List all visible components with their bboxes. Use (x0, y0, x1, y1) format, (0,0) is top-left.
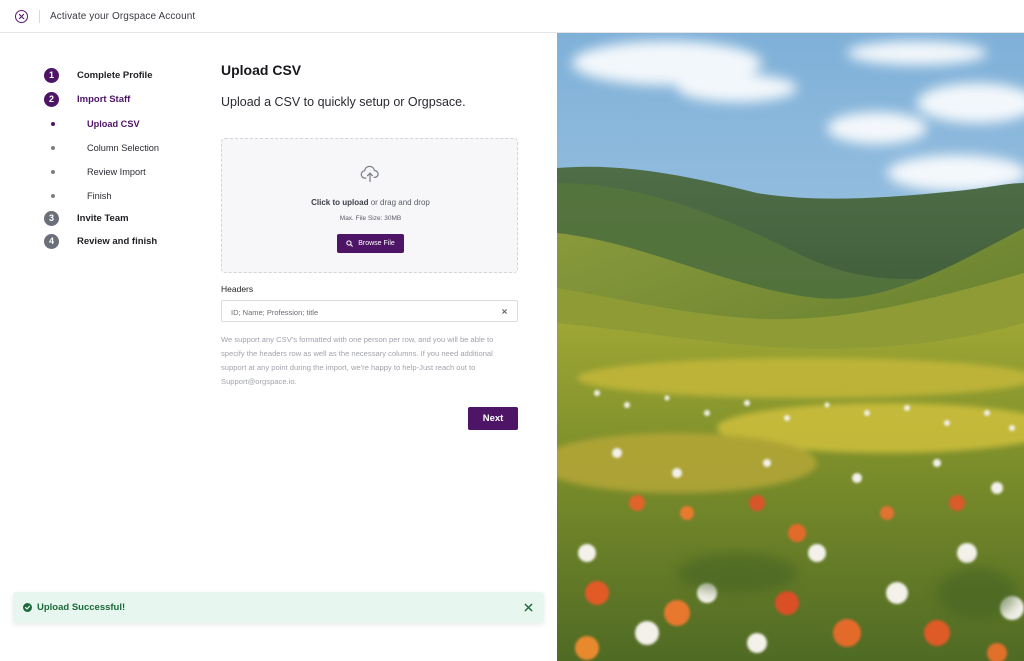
clear-icon[interactable] (500, 307, 509, 316)
bullet-icon (51, 194, 55, 198)
page-subtitle: Upload a CSV to quickly setup or Orgpsac… (221, 95, 466, 109)
substep-label: Upload CSV (87, 119, 140, 129)
divider (39, 10, 40, 23)
step-complete-profile[interactable]: 1 Complete Profile (44, 67, 153, 83)
help-text: We support any CSV's formatted with one … (221, 335, 494, 386)
headers-input[interactable] (231, 305, 491, 319)
toast-close-icon[interactable] (524, 603, 533, 612)
upload-cloud-icon (360, 165, 379, 183)
bullet-icon (51, 146, 55, 150)
check-circle-icon (23, 603, 32, 612)
step-number: 1 (44, 67, 59, 83)
substep-label: Review Import (87, 167, 146, 177)
hero-landscape-image (557, 33, 1024, 661)
step-import-staff[interactable]: 2 Import Staff (44, 91, 130, 107)
step-review-and-finish[interactable]: 4 Review and finish (44, 233, 157, 249)
next-button[interactable]: Next (468, 407, 518, 430)
browse-file-button[interactable]: Browse File (337, 234, 404, 253)
upload-instructions: Click to upload or drag and drop (222, 198, 519, 207)
step-label: Invite Team (77, 212, 129, 224)
substep-label: Column Selection (87, 143, 160, 153)
step-label: Complete Profile (77, 69, 153, 81)
browse-file-label: Browse File (358, 240, 395, 247)
step-number: 2 (44, 91, 59, 107)
step-label: Review and finish (77, 235, 158, 247)
click-to-upload-link[interactable]: Click to upload (311, 198, 368, 207)
headers-field[interactable] (221, 300, 518, 322)
max-file-size: Max. File Size: 30MB (339, 215, 402, 222)
success-toast: Upload Successful! (13, 592, 544, 623)
substep-label: Finish (87, 191, 112, 201)
step-number: 3 (44, 210, 59, 226)
page-title: Upload CSV (221, 62, 302, 78)
headers-label: Headers (221, 284, 254, 294)
bullet-icon (51, 122, 55, 126)
close-icon[interactable] (15, 10, 28, 23)
step-invite-team[interactable]: 3 Invite Team (44, 210, 129, 226)
search-icon (346, 240, 354, 247)
left-panel: 1 Complete Profile 2 Import Staff Upload… (0, 33, 557, 661)
step-number: 4 (44, 233, 59, 249)
file-dropzone[interactable]: Click to upload or drag and drop Max. Fi… (221, 138, 518, 273)
bullet-icon (51, 170, 55, 174)
top-bar: Activate your Orgspace Account (0, 0, 1024, 33)
window-title: Activate your Orgspace Account (50, 11, 196, 22)
toast-message: Upload Successful! (37, 602, 126, 613)
step-label: Import Staff (77, 93, 131, 105)
drag-drop-text: or drag and drop (370, 198, 430, 207)
